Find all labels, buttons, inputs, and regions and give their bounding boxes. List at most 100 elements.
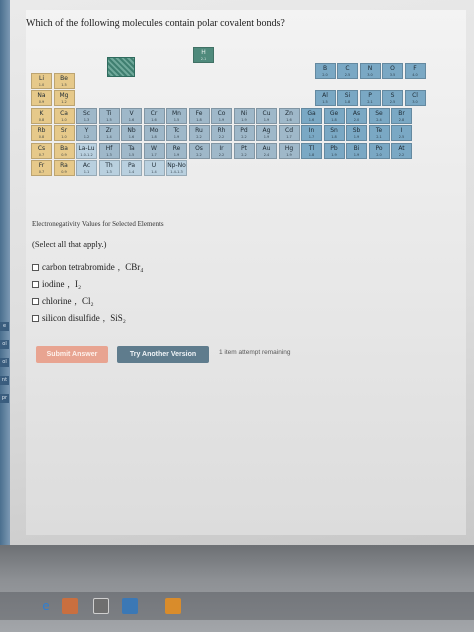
element-cell-rb: Rb 0.8 [31, 125, 52, 141]
electronegativity-value: 0.7 [38, 152, 45, 157]
element-symbol: Cu [262, 109, 271, 117]
element-symbol: Pd [240, 127, 248, 134]
electronegativity-value: 1.2 [83, 135, 90, 139]
submit-answer-button[interactable]: Submit Answer [36, 346, 108, 363]
electronegativity-value: 2.1 [376, 135, 382, 139]
checkbox[interactable] [32, 263, 39, 271]
element-cell-mg: Mg 1.2 [53, 90, 75, 106]
element-symbol: At [398, 144, 405, 152]
element-symbol: Fr [38, 162, 45, 169]
element-cell-bi: Bi 1.9 [346, 142, 367, 159]
option-chlorine[interactable]: chlorine, Cl₂ [32, 296, 94, 306]
electronegativity-value: 1.4-1.3 [170, 170, 183, 174]
electronegativity-value: 1.8 [331, 135, 337, 139]
element-cell-cd: Cd 1.7 [278, 125, 300, 141]
electronegativity-value: 2.8 [398, 117, 405, 122]
electronegativity-value: 1.9 [286, 152, 292, 157]
electronegativity-value: 2.2 [196, 152, 202, 157]
option-label: chlorine [42, 296, 72, 306]
element-symbol: U [151, 162, 157, 169]
option-carbon-tetrabromide[interactable]: carbon tetrabromide, CBr₄ [32, 262, 143, 272]
left-strip-label: ol [0, 358, 9, 367]
element-symbol: Ta [128, 144, 135, 152]
try-another-version-button[interactable]: Try Another Version [117, 346, 209, 363]
element-cell-ti: Ti 1.5 [98, 107, 120, 124]
element-cell-ba: Ba 0.9 [53, 142, 75, 159]
left-strip-label: pr [0, 394, 9, 403]
element-symbol: I [400, 127, 403, 134]
element-cell-p: P 2.1 [359, 90, 381, 106]
element-symbol: V [129, 109, 134, 117]
electronegativity-value: 0.9 [61, 152, 67, 157]
electronegativity-value: 1.9 [263, 117, 270, 122]
element-symbol: O [390, 64, 395, 72]
element-cell-zn: Zn 1.6 [278, 107, 300, 124]
element-symbol: Se [375, 109, 383, 117]
select-instruction: (Select all that apply.) [32, 239, 107, 249]
element-cell-te: Te 2.1 [368, 125, 390, 141]
element-symbol: Zr [105, 127, 113, 134]
element-cell-th: Th 1.3 [98, 160, 120, 176]
electronegativity-value: 1.7 [151, 152, 157, 157]
element-symbol: Ge [329, 109, 339, 117]
element-cell-hf: Hf 1.3 [98, 142, 120, 159]
electronegativity-value: 1.0 [61, 117, 67, 122]
element-cell-re: Re 1.9 [166, 142, 187, 159]
element-cell-in: In 1.7 [301, 125, 322, 141]
electronegativity-value: 2.2 [241, 135, 247, 139]
electronegativity-value: 1.3 [106, 152, 112, 157]
element-cell-br: Br 2.8 [391, 107, 412, 124]
element-cell-pt: Pt 2.2 [233, 142, 255, 159]
element-symbol: Hg [284, 144, 294, 152]
element-cell-as: As 2.0 [346, 107, 367, 124]
element-symbol: Ti [106, 109, 112, 117]
electronegativity-value: 0.8 [38, 117, 45, 122]
question-card [26, 10, 466, 535]
electronegativity-value: 0.9 [61, 170, 67, 174]
element-cell-la-lu: La-Lu 1.0-1.2 [76, 142, 97, 159]
element-symbol: Li [38, 74, 44, 82]
element-cell-be: Be 1.5 [53, 72, 75, 89]
electronegativity-value: 0.8 [38, 135, 45, 139]
element-cell-au: Au 2.4 [256, 142, 277, 159]
element-cell-np-no: Np-No 1.4-1.3 [166, 160, 187, 176]
element-cell-ra: Ra 0.9 [53, 160, 75, 176]
element-symbol: P [368, 92, 372, 99]
option-silicon-disulfide[interactable]: silicon disulfide, SiS₂ [32, 313, 126, 323]
element-cell-u: U 1.4 [143, 160, 165, 176]
element-symbol: B [322, 64, 328, 72]
element-cell-se: Se 2.4 [368, 107, 390, 124]
store-icon[interactable] [62, 598, 78, 614]
electronegativity-value: 2.5 [389, 100, 396, 104]
element-cell-si: Si 1.8 [337, 90, 358, 106]
element-cell-sb: Sb 1.9 [346, 125, 367, 141]
option-iodine[interactable]: iodine, I₂ [32, 279, 81, 289]
left-strip-label: e [0, 322, 9, 331]
element-symbol: H [201, 49, 206, 56]
checkbox[interactable] [32, 297, 39, 305]
element-cell-ni: Ni 1.9 [233, 107, 255, 124]
app-icon[interactable] [93, 598, 109, 614]
electronegativity-value: 1.9 [218, 117, 225, 122]
electronegativity-value: 1.5 [128, 152, 135, 157]
checkbox[interactable] [32, 280, 39, 288]
element-symbol: Cd [285, 127, 293, 134]
element-symbol: S [390, 92, 395, 99]
electronegativity-value: 2.4 [263, 152, 270, 157]
element-cell-mn: Mn 1.5 [166, 107, 187, 124]
electronegativity-value: 2.2 [398, 152, 405, 157]
element-cell-tc: Tc 1.9 [166, 125, 187, 141]
element-symbol: Ni [240, 109, 248, 117]
app-icon[interactable] [165, 598, 181, 614]
edge-icon[interactable]: e [38, 598, 54, 614]
app-icon[interactable] [122, 598, 138, 614]
element-cell-b: B 2.0 [314, 62, 336, 79]
electronegativity-value: 1.3 [106, 170, 112, 174]
element-symbol: Sc [82, 109, 91, 117]
checkbox[interactable] [32, 314, 39, 322]
electronegativity-value: 1.4 [151, 170, 157, 174]
element-cell-rh: Rh 2.2 [211, 125, 232, 141]
element-symbol: Po [375, 144, 383, 152]
element-symbol: Ru [195, 127, 203, 134]
element-cell-al: Al 1.5 [314, 90, 336, 106]
